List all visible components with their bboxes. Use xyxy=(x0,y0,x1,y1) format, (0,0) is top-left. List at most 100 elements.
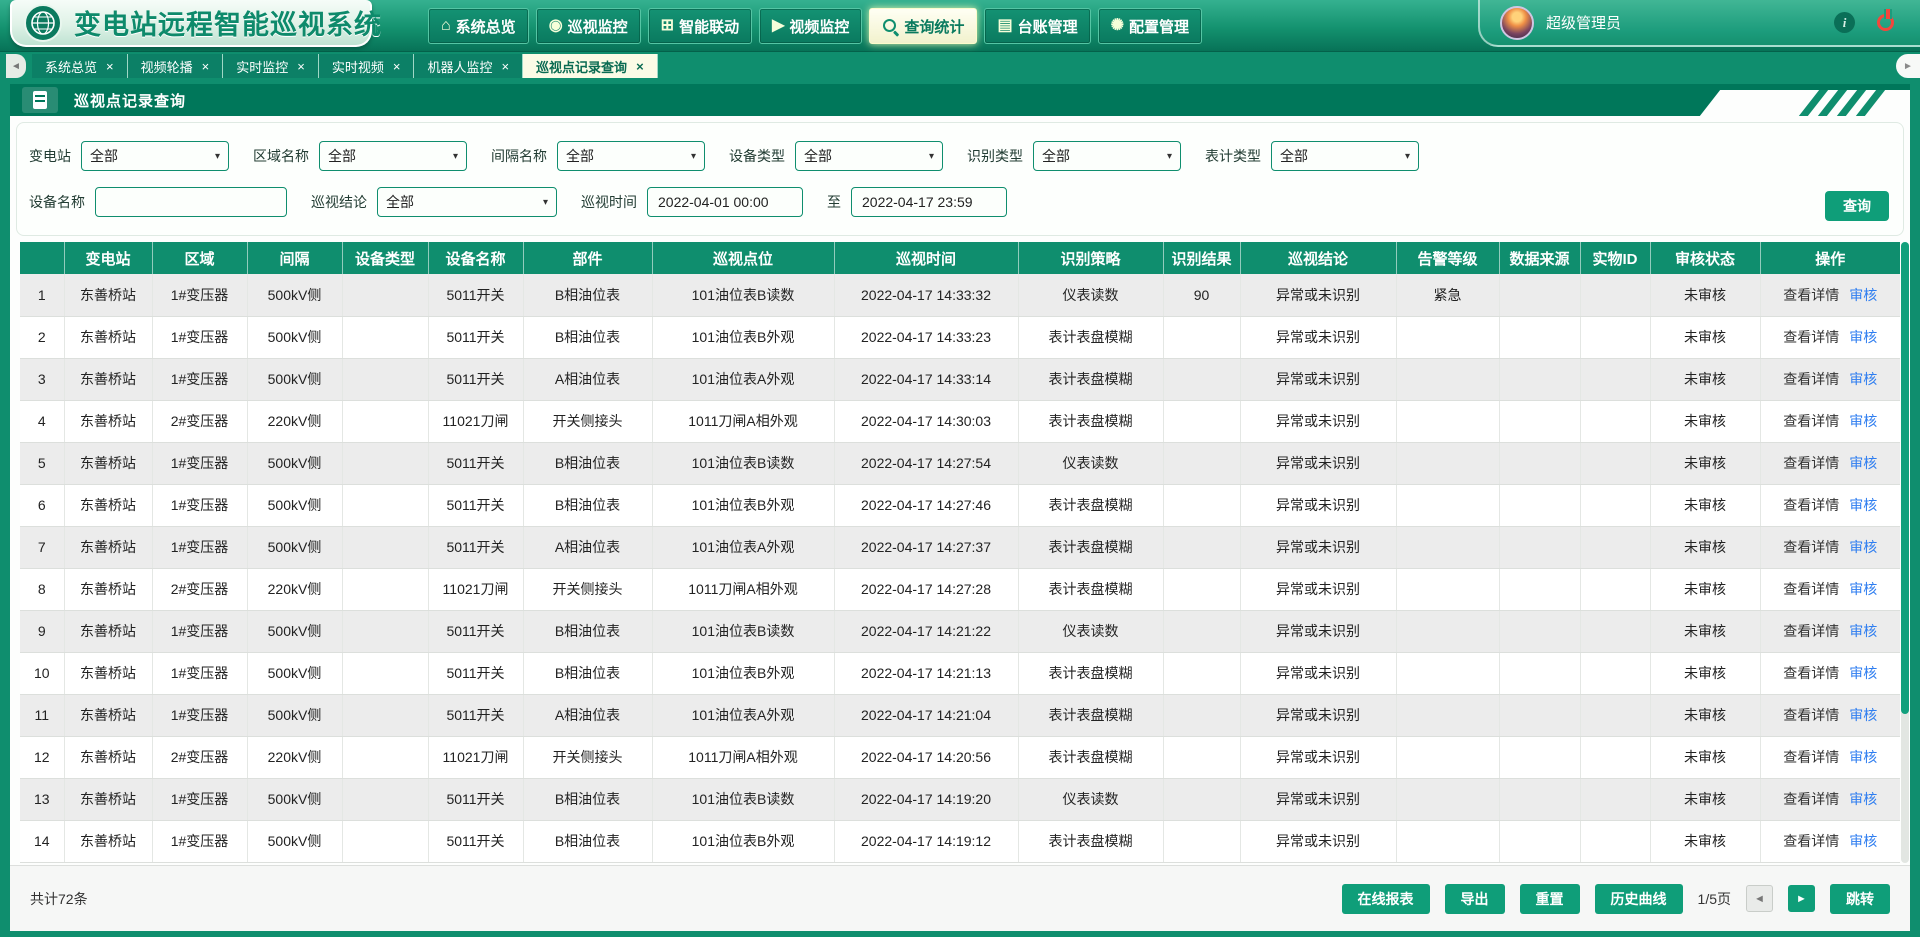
close-icon[interactable]: × xyxy=(393,60,401,73)
view-detail-link[interactable]: 查看详情 xyxy=(1783,749,1839,765)
nav-button-smart-link[interactable]: ⊞智能联动 xyxy=(648,8,752,44)
audit-link[interactable]: 审核 xyxy=(1849,329,1877,345)
meter-type-select[interactable]: 全部▾ xyxy=(1271,141,1419,171)
tab-scroll-left-icon[interactable]: ◄ xyxy=(6,54,26,78)
audit-link[interactable]: 审核 xyxy=(1849,539,1877,555)
cell-strategy: 表计表盘模糊 xyxy=(1018,652,1163,694)
chevron-down-icon: ▾ xyxy=(1405,151,1410,162)
history-curve-button[interactable]: 历史曲线 xyxy=(1595,884,1683,914)
area-select[interactable]: 全部▾ xyxy=(319,141,467,171)
audit-link[interactable]: 审核 xyxy=(1849,371,1877,387)
audit-link[interactable]: 审核 xyxy=(1849,623,1877,639)
power-logout-icon[interactable] xyxy=(1877,14,1894,31)
cell-station: 东善桥站 xyxy=(64,778,152,820)
nav-button-eye[interactable]: ◉巡视监控 xyxy=(536,8,641,44)
view-detail-link[interactable]: 查看详情 xyxy=(1783,455,1839,471)
time-to-input[interactable]: 2022-04-17 23:59 xyxy=(851,187,1007,217)
view-detail-link[interactable]: 查看详情 xyxy=(1783,497,1839,513)
audit-link[interactable]: 审核 xyxy=(1849,287,1877,303)
tab-scroll-right-icon[interactable]: ► xyxy=(1896,54,1920,78)
conclusion-select[interactable]: 全部▾ xyxy=(377,187,557,217)
nav-button-search[interactable]: 查询统计 xyxy=(869,8,977,44)
cell-rfid xyxy=(1580,736,1650,778)
audit-link[interactable]: 审核 xyxy=(1849,749,1877,765)
view-detail-link[interactable]: 查看详情 xyxy=(1783,791,1839,807)
view-detail-link[interactable]: 查看详情 xyxy=(1783,707,1839,723)
cell-part: A相油位表 xyxy=(523,694,652,736)
col-audit-status: 审核状态 xyxy=(1650,242,1760,274)
scrollbar-thumb[interactable] xyxy=(1901,242,1909,714)
table-scrollbar[interactable] xyxy=(1901,242,1909,863)
smart-link-icon: ⊞ xyxy=(661,18,674,34)
view-detail-link[interactable]: 查看详情 xyxy=(1783,329,1839,345)
audit-link[interactable]: 审核 xyxy=(1849,665,1877,681)
close-icon[interactable]: × xyxy=(106,60,114,73)
audit-link[interactable]: 审核 xyxy=(1849,581,1877,597)
close-icon[interactable]: × xyxy=(202,60,210,73)
cell-station: 东善桥站 xyxy=(64,652,152,694)
tab-5[interactable]: 机器人监控× xyxy=(414,54,523,78)
audit-link[interactable]: 审核 xyxy=(1849,833,1877,849)
view-detail-link[interactable]: 查看详情 xyxy=(1783,539,1839,555)
cell-alarm xyxy=(1396,358,1499,400)
next-page-button[interactable]: ► xyxy=(1788,885,1815,912)
tab-label: 实时视频 xyxy=(332,57,384,76)
cell-result xyxy=(1163,526,1240,568)
tab-4[interactable]: 实时视频 × xyxy=(319,54,415,78)
recognition-type-label: 识别类型 xyxy=(967,146,1023,166)
prev-page-button[interactable]: ◄ xyxy=(1746,885,1773,912)
audit-link[interactable]: 审核 xyxy=(1849,497,1877,513)
export-button[interactable]: 导出 xyxy=(1445,884,1505,914)
audit-link[interactable]: 审核 xyxy=(1849,707,1877,723)
view-detail-link[interactable]: 查看详情 xyxy=(1783,665,1839,681)
close-icon[interactable]: × xyxy=(636,60,644,73)
view-detail-link[interactable]: 查看详情 xyxy=(1783,371,1839,387)
tab-2[interactable]: 视频轮播× xyxy=(128,54,224,78)
cell-time: 2022-04-17 14:30:03 xyxy=(834,400,1018,442)
cell-strategy: 表计表盘模糊 xyxy=(1018,316,1163,358)
chevron-down-icon: ▾ xyxy=(543,197,548,208)
info-icon[interactable]: i xyxy=(1834,12,1855,33)
table-row: 14东善桥站1#变压器500kV侧5011开关B相油位表101油位表B外观202… xyxy=(20,820,1900,862)
view-detail-link[interactable]: 查看详情 xyxy=(1783,581,1839,597)
cell-point: 101油位表B外观 xyxy=(652,820,834,862)
station-select[interactable]: 全部▾ xyxy=(81,141,229,171)
time-from-input[interactable]: 2022-04-01 00:00 xyxy=(647,187,803,217)
audit-link[interactable]: 审核 xyxy=(1849,455,1877,471)
audit-link[interactable]: 审核 xyxy=(1849,413,1877,429)
cell-time: 2022-04-17 14:33:14 xyxy=(834,358,1018,400)
view-detail-link[interactable]: 查看详情 xyxy=(1783,287,1839,303)
device-name-input[interactable] xyxy=(95,187,287,217)
avatar[interactable] xyxy=(1500,6,1534,40)
cell-device-name: 5011开关 xyxy=(428,274,523,316)
nav-button-video[interactable]: ▶视频监控 xyxy=(759,8,862,44)
cell-audit-status: 未审核 xyxy=(1650,526,1760,568)
filter-row-1: 变电站 全部▾ 区域名称 全部▾ 间隔名称 全部▾ 设备类型 xyxy=(29,141,1891,171)
tab-3[interactable]: 实时监控× xyxy=(223,54,319,78)
recognition-type-select[interactable]: 全部▾ xyxy=(1033,141,1181,171)
nav-button-home[interactable]: ⌂系统总览 xyxy=(428,8,529,44)
view-detail-link[interactable]: 查看详情 xyxy=(1783,623,1839,639)
bay-select[interactable]: 全部▾ xyxy=(557,141,705,171)
audit-link[interactable]: 审核 xyxy=(1849,791,1877,807)
close-icon[interactable]: × xyxy=(297,60,305,73)
tab-6[interactable]: 巡视点记录查询× xyxy=(523,54,658,78)
cell-index: 7 xyxy=(20,526,64,568)
reset-button[interactable]: 重置 xyxy=(1520,884,1580,914)
nav-button-ledger[interactable]: ▤台账管理 xyxy=(984,8,1090,44)
cell-alarm xyxy=(1396,652,1499,694)
cell-index: 2 xyxy=(20,316,64,358)
cell-device-name: 5011开关 xyxy=(428,652,523,694)
cell-part: A相油位表 xyxy=(523,526,652,568)
query-button[interactable]: 查询 xyxy=(1825,191,1889,221)
online-report-button[interactable]: 在线报表 xyxy=(1342,884,1430,914)
nav-button-gear[interactable]: ✺配置管理 xyxy=(1098,8,1202,44)
view-detail-link[interactable]: 查看详情 xyxy=(1783,833,1839,849)
view-detail-link[interactable]: 查看详情 xyxy=(1783,413,1839,429)
device-type-select[interactable]: 全部▾ xyxy=(795,141,943,171)
jump-button[interactable]: 跳转 xyxy=(1830,884,1890,914)
tab-1[interactable]: 系统总览× xyxy=(32,54,128,78)
nav-label: 巡视监控 xyxy=(568,16,628,37)
close-icon[interactable]: × xyxy=(501,60,509,73)
cell-strategy: 表计表盘模糊 xyxy=(1018,820,1163,862)
